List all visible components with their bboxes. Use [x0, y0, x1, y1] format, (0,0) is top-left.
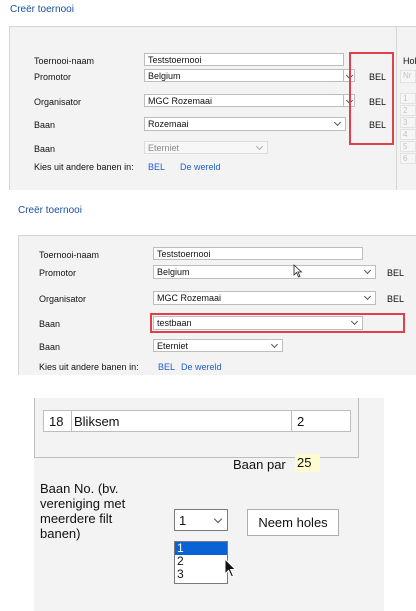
hole-name: Bliksem [74, 414, 120, 429]
course-no-label: Baan No. (bv. vereniging met meerdere fi… [40, 481, 125, 541]
dropdown-option[interactable]: 3 [175, 568, 227, 581]
course-no-label-line: Baan No. (bv. [40, 481, 119, 496]
world-link[interactable]: De wereld [180, 162, 221, 172]
window-title: Creër toernooi [18, 205, 82, 216]
organizer-select[interactable]: MGC Rozemaai [144, 94, 344, 107]
course-2-label: Baan [39, 342, 61, 352]
take-holes-button[interactable]: Neem holes [247, 509, 339, 536]
panel-border-left [9, 26, 10, 190]
course-label: Baan [39, 319, 61, 329]
cell-divider [71, 411, 72, 431]
hole-par: 2 [297, 414, 305, 429]
organizer-country-code: BEL [387, 294, 405, 304]
holes-cell: Nr [400, 70, 416, 83]
holes-cell: 1 [400, 93, 416, 104]
tournament-name-label: Toernooi-naam [34, 56, 95, 66]
holes-cell: 3 [400, 117, 416, 128]
holes-divider [396, 26, 397, 190]
choose-other-label: Kies uit andere banen in: [34, 162, 134, 172]
world-link[interactable]: De wereld [181, 362, 222, 372]
panel-border-left [18, 235, 19, 375]
organizer-select[interactable]: MGC Rozemaai [153, 291, 376, 305]
cell-divider [291, 411, 292, 431]
choose-other-label: Kies uit andere banen in: [39, 362, 139, 372]
holes-cell: 4 [400, 129, 416, 140]
holes-header: Hol [403, 56, 416, 66]
panel-border-top [9, 26, 416, 27]
course-no-label-line: vereniging met [40, 496, 126, 511]
course-select[interactable]: Rozemaai [144, 117, 346, 131]
screenshot-3: 18 Bliksem 2 Baan par 25 Baan No. (bv. v… [0, 398, 416, 611]
course-2-select[interactable]: Eterniet [153, 339, 283, 352]
course-no-dropdown-list: 1 2 3 [174, 541, 228, 584]
course-par-label: Baan par [233, 457, 286, 472]
promoter-select[interactable]: Belgium [153, 265, 376, 279]
course-2-select[interactable]: Eterniet [144, 141, 268, 154]
organizer-label: Organisator [34, 97, 82, 107]
course-no-label-line: meerdere filt [40, 511, 113, 526]
course-2-label: Baan [34, 144, 56, 154]
course-no-selected-value: 1 [179, 513, 187, 528]
highlight-box [349, 52, 394, 145]
course-label: Baan [34, 120, 56, 130]
bel-link[interactable]: BEL [158, 362, 175, 372]
panel-border-top [18, 235, 416, 236]
screenshot-2: Creër toernooi Toernooi-naam Teststoerno… [0, 197, 416, 377]
holes-cell: 5 [400, 141, 416, 152]
tournament-name-input[interactable]: Teststoernooi [144, 53, 344, 66]
organizer-label: Organisator [39, 294, 87, 304]
tournament-name-input[interactable]: Teststoernooi [153, 247, 363, 260]
holes-table-border [358, 398, 359, 458]
highlight-box [150, 313, 405, 333]
table-row[interactable]: 18 Bliksem 2 [43, 410, 351, 432]
course-no-label-line: banen) [40, 526, 81, 541]
course-no-select[interactable]: 1 [174, 509, 228, 531]
chevron-down-icon [213, 514, 223, 524]
holes-cell: 2 [400, 105, 416, 116]
promoter-label: Promotor [39, 268, 77, 278]
window-title: Creër toernooi [10, 4, 74, 15]
holes-cell: 6 [400, 153, 416, 164]
mouse-cursor-icon [293, 264, 303, 278]
promoter-label: Promotor [34, 72, 72, 82]
promoter-select[interactable]: Belgium [144, 69, 344, 82]
screenshot-1: Creër toernooi Toernooi-naam Teststoerno… [0, 0, 416, 190]
holes-table-border [34, 398, 35, 458]
bel-link[interactable]: BEL [148, 162, 165, 172]
tournament-name-label: Toernooi-naam [39, 250, 100, 260]
hole-number: 18 [49, 414, 64, 429]
promoter-country-code: BEL [387, 268, 405, 278]
course-par-field[interactable]: 25 [295, 454, 320, 472]
mouse-cursor-icon [224, 558, 237, 578]
